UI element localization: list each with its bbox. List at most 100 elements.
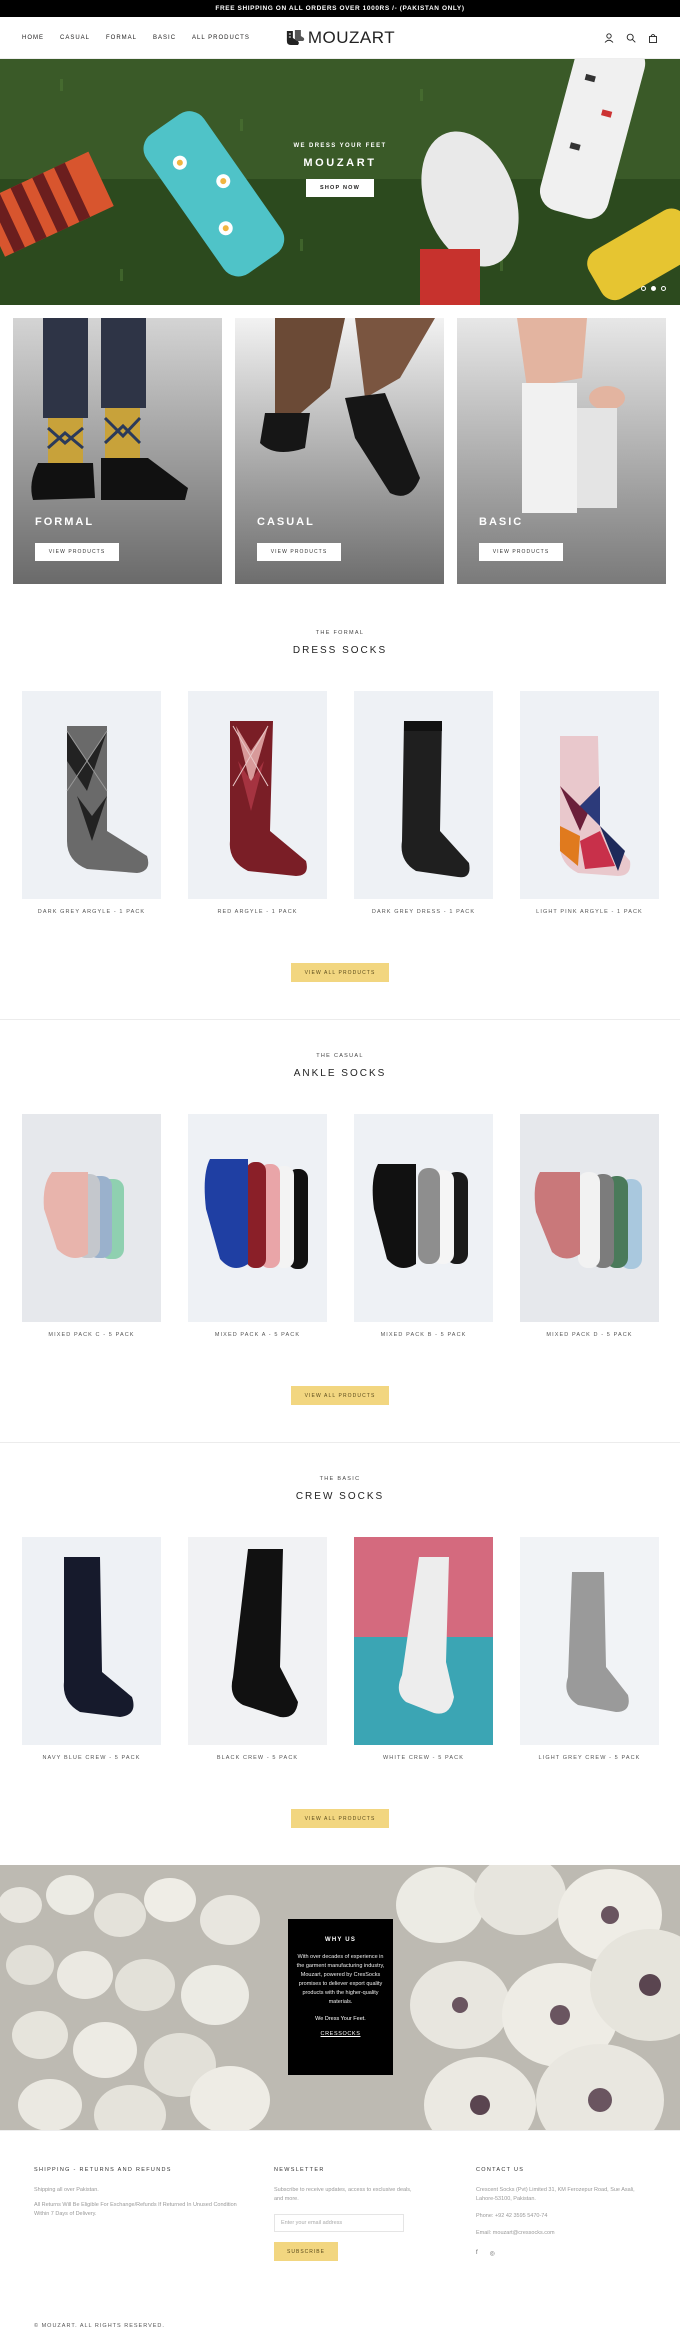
footer-shipping-column: SHIPPING - RETURNS AND REFUNDS Shipping … <box>34 2167 244 2219</box>
product-card[interactable]: RED ARGYLE - 1 PACK <box>188 691 327 915</box>
crew-socks-section: THE BASIC CREW SOCKS <box>0 1476 680 1502</box>
social-links: f ◎ <box>476 2250 646 2257</box>
product-card[interactable]: MIXED PACK A - 5 PACK <box>188 1114 327 1338</box>
footer-address: Crescent Socks (Pvt) Limited 31, KM Fero… <box>476 2187 635 2202</box>
product-card[interactable]: LIGHT PINK ARGYLE - 1 PACK <box>520 691 659 915</box>
product-card[interactable]: NAVY BLUE CREW - 5 PACK <box>22 1537 161 1761</box>
ankle-socks-section: THE CASUAL ANKLE SOCKS <box>0 1053 680 1079</box>
nav-home[interactable]: HOME <box>22 35 44 41</box>
hero-content: WE DRESS YOUR FEET MOUZART SHOP NOW <box>0 143 680 197</box>
view-products-casual-button[interactable]: VIEW PRODUCTS <box>257 543 341 561</box>
footer-text: Shipping all over Pakistan. <box>34 2187 99 2193</box>
product-card[interactable]: WHITE CREW - 5 PACK <box>354 1537 493 1761</box>
product-name[interactable]: MIXED PACK C - 5 PACK <box>22 1332 161 1338</box>
footer-contact-column: CONTACT US Crescent Socks (Pvt) Limited … <box>476 2167 646 2257</box>
why-us-box: WHY US With over decades of experience i… <box>288 1919 393 2075</box>
shop-now-button[interactable]: SHOP NOW <box>305 179 375 197</box>
account-icon[interactable] <box>604 32 614 43</box>
slide-dot-3[interactable] <box>661 286 666 291</box>
product-image[interactable] <box>520 691 659 899</box>
footer-text: Subscribe to receive updates, access to … <box>274 2187 412 2202</box>
product-image[interactable] <box>22 691 161 899</box>
product-card[interactable]: MIXED PACK D - 5 PACK <box>520 1114 659 1338</box>
dress-socks-grid: DARK GREY ARGYLE - 1 PACK RED ARGYLE - 1… <box>22 691 659 915</box>
why-us-text: With over decades of experience in the g… <box>296 1954 385 2005</box>
dress-socks-section: THE FORMAL DRESS SOCKS <box>0 630 680 656</box>
product-image[interactable] <box>354 1537 493 1745</box>
cressocks-link[interactable]: CRESSOCKS <box>296 2031 385 2037</box>
product-name[interactable]: MIXED PACK A - 5 PACK <box>188 1332 327 1338</box>
product-card[interactable]: LIGHT GREY CREW - 5 PACK <box>520 1537 659 1761</box>
category-title-casual: CASUAL <box>257 516 315 528</box>
hero-banner: WE DRESS YOUR FEET MOUZART SHOP NOW <box>0 59 680 305</box>
category-tile-casual[interactable]: CASUAL VIEW PRODUCTS <box>235 318 444 584</box>
product-name[interactable]: RED ARGYLE - 1 PACK <box>188 909 327 915</box>
newsletter-email-input[interactable]: Enter your email address <box>274 2214 404 2232</box>
product-card[interactable]: BLACK CREW - 5 PACK <box>188 1537 327 1761</box>
category-tile-basic[interactable]: BASIC VIEW PRODUCTS <box>457 318 666 584</box>
slideshow-dots <box>641 286 666 291</box>
view-all-dress-socks-button[interactable]: VIEW ALL PRODUCTS <box>291 963 389 982</box>
site-header: HOME CASUAL FORMAL BASIC ALL PRODUCTS MO… <box>0 17 680 59</box>
product-name[interactable]: MIXED PACK B - 5 PACK <box>354 1332 493 1338</box>
product-name[interactable]: WHITE CREW - 5 PACK <box>354 1755 493 1761</box>
logo-mark-icon <box>285 29 305 47</box>
header-icons <box>604 32 658 43</box>
nav-formal[interactable]: FORMAL <box>106 35 137 41</box>
product-image[interactable] <box>354 691 493 899</box>
nav-all-products[interactable]: ALL PRODUCTS <box>192 35 250 41</box>
slide-dot-1[interactable] <box>641 286 646 291</box>
view-products-basic-button[interactable]: VIEW PRODUCTS <box>479 543 563 561</box>
product-image[interactable] <box>520 1537 659 1745</box>
section-title: ANKLE SOCKS <box>293 1068 387 1079</box>
product-name[interactable]: BLACK CREW - 5 PACK <box>188 1755 327 1761</box>
hero-title: MOUZART <box>303 157 377 169</box>
why-us-title: WHY US <box>324 1937 357 1943</box>
product-card[interactable]: DARK GREY DRESS - 1 PACK <box>354 691 493 915</box>
crew-socks-grid: NAVY BLUE CREW - 5 PACK BLACK CREW - 5 P… <box>22 1537 659 1761</box>
product-name[interactable]: DARK GREY ARGYLE - 1 PACK <box>22 909 161 915</box>
product-name[interactable]: LIGHT PINK ARGYLE - 1 PACK <box>520 909 659 915</box>
subscribe-button[interactable]: SUBSCRIBE <box>274 2242 338 2261</box>
category-tile-formal[interactable]: FORMAL VIEW PRODUCTS <box>13 318 222 584</box>
product-image[interactable] <box>22 1114 161 1322</box>
nav-basic[interactable]: BASIC <box>153 35 176 41</box>
search-icon[interactable] <box>626 33 636 43</box>
section-divider <box>0 1442 680 1443</box>
view-all-crew-socks-button[interactable]: VIEW ALL PRODUCTS <box>291 1809 389 1828</box>
product-name[interactable]: NAVY BLUE CREW - 5 PACK <box>22 1755 161 1761</box>
product-card[interactable]: MIXED PACK C - 5 PACK <box>22 1114 161 1338</box>
footer-heading: SHIPPING - RETURNS AND REFUNDS <box>34 2167 172 2173</box>
footer-heading: CONTACT US <box>476 2167 525 2173</box>
section-kicker: THE CASUAL <box>316 1053 364 1059</box>
category-title-formal: FORMAL <box>35 516 95 528</box>
why-us-section: WHY US With over decades of experience i… <box>0 1865 680 2130</box>
view-all-ankle-socks-button[interactable]: VIEW ALL PRODUCTS <box>291 1386 389 1405</box>
product-image[interactable] <box>188 1114 327 1322</box>
product-image[interactable] <box>520 1114 659 1322</box>
nav-casual[interactable]: CASUAL <box>60 35 90 41</box>
product-name[interactable]: DARK GREY DRESS - 1 PACK <box>354 909 493 915</box>
cart-icon[interactable] <box>648 33 658 43</box>
instagram-icon[interactable]: ◎ <box>490 2250 495 2257</box>
main-nav: HOME CASUAL FORMAL BASIC ALL PRODUCTS <box>22 35 250 41</box>
why-us-tagline: We Dress Your Feet. <box>315 2016 366 2022</box>
product-image[interactable] <box>188 1537 327 1745</box>
facebook-icon[interactable]: f <box>476 2250 478 2257</box>
product-name[interactable]: LIGHT GREY CREW - 5 PACK <box>520 1755 659 1761</box>
announcement-bar: FREE SHIPPING ON ALL ORDERS OVER 1000RS … <box>0 0 680 17</box>
site-footer: SHIPPING - RETURNS AND REFUNDS Shipping … <box>0 2130 680 2351</box>
product-card[interactable]: MIXED PACK B - 5 PACK <box>354 1114 493 1338</box>
product-card[interactable]: DARK GREY ARGYLE - 1 PACK <box>22 691 161 915</box>
product-image[interactable] <box>188 691 327 899</box>
category-tiles: FORMAL VIEW PRODUCTS CASUAL VIEW PRODUCT… <box>0 305 680 584</box>
product-image[interactable] <box>354 1114 493 1322</box>
site-logo[interactable]: MOUZART <box>285 28 395 48</box>
section-kicker: THE FORMAL <box>315 630 365 636</box>
product-name[interactable]: MIXED PACK D - 5 PACK <box>520 1332 659 1338</box>
footer-email: Email: mouzart@cressocks.com <box>476 2230 555 2236</box>
slide-dot-2[interactable] <box>651 286 656 291</box>
section-divider <box>0 1019 680 1020</box>
product-image[interactable] <box>22 1537 161 1745</box>
view-products-formal-button[interactable]: VIEW PRODUCTS <box>35 543 119 561</box>
